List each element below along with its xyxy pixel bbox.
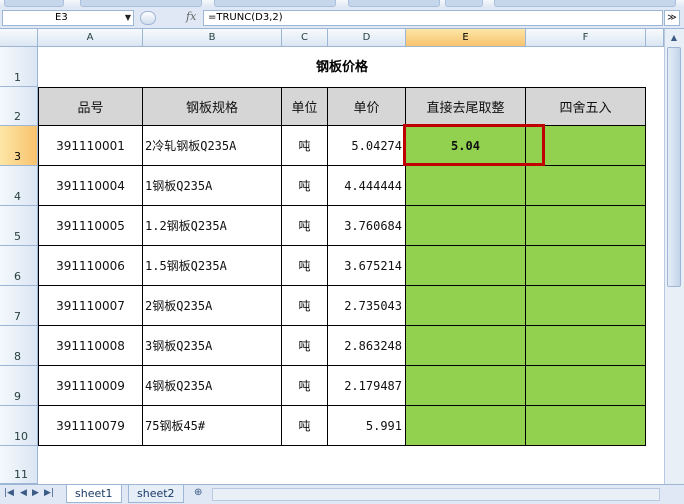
tab-sheet1[interactable]: sheet1 xyxy=(66,485,122,503)
column-header-f[interactable]: F xyxy=(526,29,646,47)
column-header-e[interactable]: E xyxy=(406,29,526,47)
insert-function-icon[interactable]: fx xyxy=(186,10,196,23)
cell-code[interactable]: 391110004 xyxy=(38,166,143,206)
insert-sheet-icon[interactable]: ⊕ xyxy=(194,487,208,499)
header-round[interactable]: 四舍五入 xyxy=(526,87,646,126)
header-unit[interactable]: 单位 xyxy=(282,87,328,126)
next-sheet-icon[interactable]: ▶ xyxy=(32,488,39,498)
cell-code[interactable]: 391110006 xyxy=(38,246,143,286)
cell-spec[interactable]: 1.2钢板Q235A xyxy=(143,206,282,246)
header-price[interactable]: 单价 xyxy=(328,87,406,126)
cell-unit[interactable]: 吨 xyxy=(282,246,328,286)
ribbon-tab-edge xyxy=(4,0,64,7)
cell-code[interactable]: 391110008 xyxy=(38,326,143,366)
cell-spec[interactable]: 3钢板Q235A xyxy=(143,326,282,366)
cell-price[interactable]: 5.991 xyxy=(328,406,406,446)
formula-bar-splitter[interactable] xyxy=(140,11,156,25)
cell-unit[interactable]: 吨 xyxy=(282,326,328,366)
scroll-thumb[interactable] xyxy=(667,47,681,287)
cell-price[interactable]: 2.863248 xyxy=(328,326,406,366)
cell-spec[interactable]: 2钢板Q235A xyxy=(143,286,282,326)
cell-round[interactable] xyxy=(526,166,646,206)
cell-trunc[interactable] xyxy=(406,206,526,246)
ribbon-edge xyxy=(0,0,684,8)
row-header-4[interactable]: 4 xyxy=(0,166,38,206)
ribbon-tab-edge xyxy=(445,0,483,7)
header-code[interactable]: 品号 xyxy=(38,87,143,126)
cell-price[interactable]: 5.04274 xyxy=(328,126,406,166)
ribbon-tab-edge xyxy=(80,0,202,7)
row-header-7[interactable]: 7 xyxy=(0,286,38,326)
cell-unit[interactable]: 吨 xyxy=(282,406,328,446)
name-box-value: E3 xyxy=(55,12,68,23)
cell-trunc[interactable] xyxy=(406,246,526,286)
prev-sheet-icon[interactable]: ◀ xyxy=(20,488,27,498)
header-spec[interactable]: 钢板规格 xyxy=(143,87,282,126)
first-sheet-icon[interactable]: |◀ xyxy=(4,488,14,498)
column-header-a[interactable]: A xyxy=(38,29,143,47)
name-box[interactable]: E3 ▼ xyxy=(2,10,134,26)
cell-price[interactable]: 2.735043 xyxy=(328,286,406,326)
cell-spec[interactable]: 75钢板45# xyxy=(143,406,282,446)
ribbon-tab-edge xyxy=(348,0,440,7)
row-header-9[interactable]: 9 xyxy=(0,366,38,406)
cell-trunc[interactable] xyxy=(406,406,526,446)
horizontal-scrollbar[interactable] xyxy=(212,488,660,501)
cell-round[interactable] xyxy=(526,406,646,446)
cell-trunc[interactable] xyxy=(406,366,526,406)
cell-unit[interactable]: 吨 xyxy=(282,166,328,206)
cell-price[interactable]: 3.760684 xyxy=(328,206,406,246)
cell-round[interactable] xyxy=(526,206,646,246)
cell-spec[interactable]: 1.5钢板Q235A xyxy=(143,246,282,286)
cell-unit[interactable]: 吨 xyxy=(282,366,328,406)
cell-code[interactable]: 391110007 xyxy=(38,286,143,326)
cell-code[interactable]: 391110079 xyxy=(38,406,143,446)
cell-code[interactable]: 391110005 xyxy=(38,206,143,246)
cell-unit[interactable]: 吨 xyxy=(282,126,328,166)
cell-trunc[interactable] xyxy=(406,326,526,366)
column-header-c[interactable]: C xyxy=(282,29,328,47)
row-header-10[interactable]: 10 xyxy=(0,406,38,446)
expand-formula-bar-icon[interactable]: ≫ xyxy=(664,10,680,26)
column-header-d[interactable]: D xyxy=(328,29,406,47)
cell-trunc[interactable] xyxy=(406,166,526,206)
formula-input[interactable]: =TRUNC(D3,2) xyxy=(203,10,663,26)
ribbon-tab-edge xyxy=(214,0,336,7)
vertical-scrollbar[interactable]: ▲ xyxy=(664,29,684,484)
ribbon-tab-edge xyxy=(494,0,676,7)
sheet-title[interactable]: 钢板价格 xyxy=(39,48,645,87)
cell-spec[interactable]: 1钢板Q235A xyxy=(143,166,282,206)
tab-sheet2[interactable]: sheet2 xyxy=(128,485,184,503)
cell-spec[interactable]: 2冷轧钢板Q235A xyxy=(143,126,282,166)
column-header-b[interactable]: B xyxy=(143,29,282,47)
cell-round[interactable] xyxy=(526,366,646,406)
scroll-up-icon[interactable]: ▲ xyxy=(667,31,681,45)
cell-price[interactable]: 4.444444 xyxy=(328,166,406,206)
cell-unit[interactable]: 吨 xyxy=(282,286,328,326)
row-header-3[interactable]: 3 xyxy=(0,126,38,166)
row-header-11[interactable]: 11 xyxy=(0,446,38,484)
cell-round[interactable] xyxy=(526,246,646,286)
cell-unit[interactable]: 吨 xyxy=(282,206,328,246)
cell-price[interactable]: 2.179487 xyxy=(328,366,406,406)
cell-spec[interactable]: 4钢板Q235A xyxy=(143,366,282,406)
row-header-2[interactable]: 2 xyxy=(0,87,38,126)
column-header-next[interactable] xyxy=(646,29,664,47)
row-header-8[interactable]: 8 xyxy=(0,326,38,366)
select-all-corner[interactable] xyxy=(0,29,38,47)
cell-code[interactable]: 391110001 xyxy=(38,126,143,166)
cell-round[interactable] xyxy=(526,326,646,366)
active-cell-highlight xyxy=(403,124,545,166)
cell-code[interactable]: 391110009 xyxy=(38,366,143,406)
header-trunc[interactable]: 直接去尾取整 xyxy=(406,87,526,126)
cell-round[interactable] xyxy=(526,286,646,326)
cell-price[interactable]: 3.675214 xyxy=(328,246,406,286)
cell-trunc[interactable] xyxy=(406,286,526,326)
sheet-tab-bar: |◀ ◀ ▶ ▶| sheet1 sheet2 ⊕ xyxy=(0,484,684,504)
row-header-5[interactable]: 5 xyxy=(0,206,38,246)
chevron-down-icon[interactable]: ▼ xyxy=(125,11,131,25)
last-sheet-icon[interactable]: ▶| xyxy=(44,488,54,498)
row-header-6[interactable]: 6 xyxy=(0,246,38,286)
row-header-1[interactable]: 1 xyxy=(0,47,38,87)
